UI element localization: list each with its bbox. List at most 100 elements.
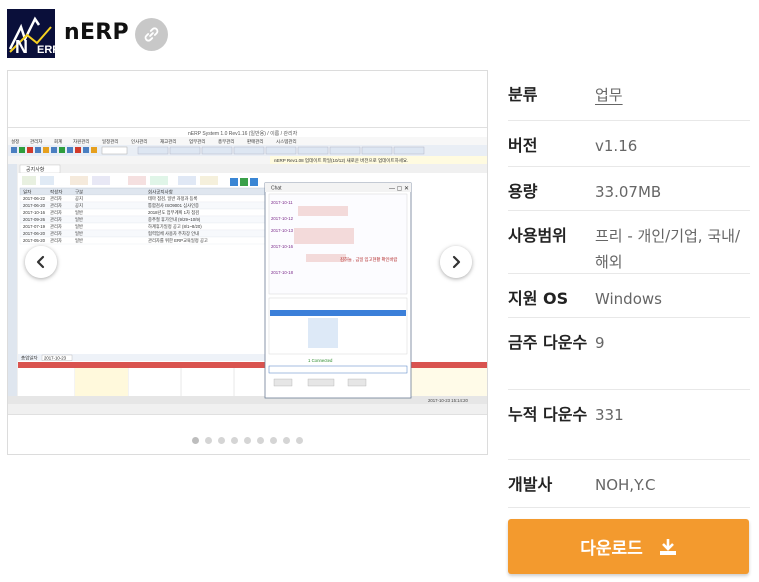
grid-header-cell: 회사공지사항 bbox=[148, 189, 173, 196]
tab-label: 공지사항 bbox=[26, 166, 45, 173]
erp-window-preview: nERP System 1.0 Rev1.16 (일반용) / 이름 / 관리자… bbox=[8, 128, 487, 414]
grid-cell: 2017-06-20 bbox=[23, 203, 46, 208]
grid-cell: 일반 bbox=[75, 216, 83, 222]
carousel-dot[interactable] bbox=[192, 437, 199, 444]
info-label: 사용범위 bbox=[508, 226, 567, 245]
info-value: 프리 - 개인/기업, 국내/해외 bbox=[595, 227, 740, 271]
info-value: NOH,Y.C bbox=[595, 476, 656, 494]
grid-cell: 2017-10-16 bbox=[23, 210, 46, 215]
grid-cell: 통합검사 ISO9001 심사인증 bbox=[148, 202, 199, 209]
grid-cell: 관리자를 위한 ERP교육일정 공고 bbox=[148, 237, 208, 244]
category-link[interactable]: 업무 bbox=[595, 82, 750, 120]
carousel-dot[interactable] bbox=[205, 437, 212, 444]
grid-cell: 하계휴가일정 공고 (8/1~8/20) bbox=[148, 223, 202, 230]
schedule-date: 2017-10-23 bbox=[44, 356, 67, 361]
svg-text:2017-10-16: 2017-10-16 bbox=[271, 244, 294, 249]
info-row: 개발사 NOH,Y.C bbox=[508, 460, 750, 508]
app-screenshot: nERP System 1.0 Rev1.16 (일반용) / 이름 / 관리자… bbox=[8, 127, 487, 415]
carousel-prev-button[interactable] bbox=[25, 246, 57, 278]
menu-item[interactable]: 관리자 bbox=[30, 138, 43, 145]
grid-cell: 일반 bbox=[75, 209, 83, 215]
info-value: Windows bbox=[595, 290, 662, 308]
carousel-dot[interactable] bbox=[257, 437, 264, 444]
logo-graphic: ERP N bbox=[7, 9, 55, 58]
grid-header-cell: 일자 bbox=[23, 189, 32, 196]
menu-item[interactable]: 재고관리 bbox=[160, 138, 177, 145]
download-icon bbox=[659, 538, 676, 555]
info-row: 지원 OS Windows bbox=[508, 274, 750, 318]
carousel-dot[interactable] bbox=[283, 437, 290, 444]
menu-item[interactable]: 회계 bbox=[54, 138, 62, 145]
grid-cell: 관리자 bbox=[50, 230, 62, 237]
menu-item[interactable]: 설정 bbox=[11, 138, 19, 144]
svg-text:N: N bbox=[15, 37, 28, 57]
carousel-dot[interactable] bbox=[218, 437, 225, 444]
grid-cell: 2017-05-20 bbox=[23, 238, 46, 243]
carousel-dot[interactable] bbox=[231, 437, 238, 444]
carousel-dot[interactable] bbox=[244, 437, 251, 444]
carousel-dots bbox=[8, 437, 487, 444]
svg-text:ERP: ERP bbox=[37, 44, 55, 56]
info-label: 개발사 bbox=[508, 475, 553, 494]
info-row: 사용범위 프리 - 개인/기업, 국내/해외 bbox=[508, 211, 750, 274]
status-bar-time: 2017-10-23 15:14:20 bbox=[428, 398, 469, 403]
download-button[interactable]: 다운로드 bbox=[508, 519, 749, 574]
app-info-list: 분류 업무버전 v1.16 용량 33.07MB 사용범위 프리 - 개인/기업, 국내/해… bbox=[508, 70, 750, 508]
carousel-dot[interactable] bbox=[270, 437, 277, 444]
window-title: nERP System 1.0 Rev1.16 (일반용) / 이름 / 관리자 bbox=[188, 130, 298, 137]
grid-cell: 2017-09-26 bbox=[23, 217, 46, 222]
menu-item[interactable]: 시스템관리 bbox=[276, 138, 297, 145]
chat-message: 김하늘 , 금일 입고현황 확인바랍 bbox=[340, 256, 397, 263]
svg-text:2017-10-12: 2017-10-12 bbox=[271, 216, 294, 221]
grid-cell: 협력업체 사용자 주차장 안내 bbox=[148, 230, 199, 237]
grid-cell: 관리자 bbox=[50, 223, 62, 230]
grid-cell: 일반 bbox=[75, 230, 83, 236]
chevron-left-icon bbox=[36, 255, 45, 269]
info-row: 분류 업무 bbox=[508, 70, 750, 121]
grid-header-cell: 작성자 bbox=[50, 189, 63, 196]
svg-text:— ▢ ✕: — ▢ ✕ bbox=[389, 186, 409, 192]
menu-item[interactable]: 일정관리 bbox=[102, 138, 119, 145]
menu-item[interactable]: 판매관리 bbox=[247, 138, 264, 145]
svg-text:2017-10-11: 2017-10-11 bbox=[271, 200, 293, 205]
menu-item[interactable]: 자원관리 bbox=[73, 138, 90, 145]
info-label: 용량 bbox=[508, 182, 538, 201]
carousel-dot[interactable] bbox=[296, 437, 303, 444]
grid-cell: 관리자 bbox=[50, 195, 62, 202]
info-value: v1.16 bbox=[595, 137, 638, 155]
grid-cell: 2017-06-22 bbox=[23, 196, 46, 201]
app-logo: ERP N bbox=[7, 9, 55, 58]
menu-item[interactable]: 인사관리 bbox=[131, 138, 148, 145]
info-label: 누적 다운수 bbox=[508, 405, 588, 424]
grid-cell: 관리자 bbox=[50, 202, 62, 209]
info-row: 금주 다운수 9 bbox=[508, 318, 750, 390]
info-label: 버전 bbox=[508, 136, 538, 155]
info-label: 금주 다운수 bbox=[508, 333, 588, 352]
schedule-label: 총업일자 bbox=[21, 355, 38, 362]
menu-item[interactable]: 업무관리 bbox=[189, 138, 206, 145]
grid-cell: 공지 bbox=[75, 202, 83, 209]
share-link-button[interactable] bbox=[135, 18, 168, 51]
grid-cell: 일반 bbox=[75, 237, 83, 243]
chat-connected: 1 Connected bbox=[308, 358, 333, 363]
svg-text:nERP Rev1.08 업데이트 파일(10/12) 새로: nERP Rev1.08 업데이트 파일(10/12) 새로운 버전으로 업데이… bbox=[274, 157, 408, 164]
svg-text:2017-10-13: 2017-10-13 bbox=[271, 228, 294, 233]
grid-cell: 관리자 bbox=[50, 237, 62, 244]
info-row: 누적 다운수 331 bbox=[508, 390, 750, 460]
download-label: 다운로드 bbox=[580, 539, 643, 559]
info-row: 버전 v1.16 bbox=[508, 121, 750, 167]
grid-cell: 2018년도 업무계획 1차 점검 bbox=[148, 209, 199, 216]
carousel-next-button[interactable] bbox=[440, 246, 472, 278]
grid-cell: 2017-07-19 bbox=[23, 224, 46, 229]
grid-cell: 일반 bbox=[75, 223, 83, 229]
grid-cell: 중추절 휴가안내 (9/29~10/9) bbox=[148, 216, 201, 223]
grid-cell: 관리자 bbox=[50, 216, 62, 223]
info-label: 분류 bbox=[508, 85, 538, 104]
menu-item[interactable]: 총무관리 bbox=[218, 138, 235, 145]
info-value: 9 bbox=[595, 334, 605, 352]
grid-cell: 관리자 bbox=[50, 209, 62, 216]
grid-cell: 공지 bbox=[75, 195, 83, 202]
chat-title: Chat bbox=[271, 186, 282, 192]
grid-cell: 2017-06-20 bbox=[23, 231, 46, 236]
info-row: 용량 33.07MB bbox=[508, 167, 750, 211]
